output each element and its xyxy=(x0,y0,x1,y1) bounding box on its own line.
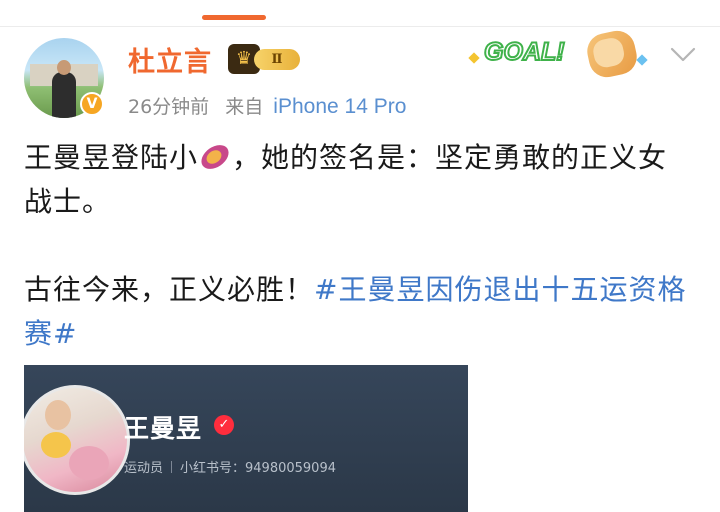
device-link[interactable]: iPhone 14 Pro xyxy=(273,95,406,118)
verified-badge-icon: V xyxy=(80,92,104,116)
post-paragraph-1: 王曼昱登陆小 ，她的签名是：坚定勇敢的正义女战士。 xyxy=(24,136,694,224)
source-prefix: 来自 xyxy=(225,96,264,118)
flower-icon xyxy=(69,446,109,480)
post-text-2: 古往今来，正义必胜！ xyxy=(24,273,315,306)
divider xyxy=(171,461,173,473)
top-tab-bar xyxy=(0,0,720,27)
post-time: 26分钟前 xyxy=(128,96,210,118)
sparkle-icon xyxy=(468,52,480,64)
chevron-down-icon[interactable] xyxy=(670,46,696,64)
card-info: 运动员 小红书号：94980059094 xyxy=(124,457,336,476)
post-paragraph-2: 古往今来，正义必胜！#王曼昱因伤退出十五运资格赛# xyxy=(24,268,694,356)
post-meta: 26分钟前 来自 iPhone 14 Pro xyxy=(128,92,406,119)
post-text-1a: 王曼昱登陆小 xyxy=(24,141,199,174)
card-avatar xyxy=(24,385,130,495)
sparkle-icon xyxy=(636,54,648,66)
profile-card-image[interactable]: 王曼昱 ✓ 运动员 小红书号：94980059094 xyxy=(24,365,468,512)
avatar-head xyxy=(57,60,71,75)
flower-icon xyxy=(41,432,71,458)
avatar-face xyxy=(45,400,71,430)
card-id: 小红书号：94980059094 xyxy=(180,461,336,476)
thumbs-up-icon xyxy=(583,27,641,81)
card-name: 王曼昱 xyxy=(124,414,203,443)
sweet-potato-icon xyxy=(196,140,234,174)
red-check-icon: ✓ xyxy=(214,415,234,435)
top-tab-fragment xyxy=(196,0,276,8)
goal-sticker: GOAL! xyxy=(468,27,660,88)
vip-level: Ⅱ xyxy=(254,49,300,70)
active-tab-indicator xyxy=(202,15,266,20)
vip-badge[interactable]: ♛ Ⅱ xyxy=(228,44,302,74)
card-role: 运动员 xyxy=(124,461,164,476)
post-body: 王曼昱登陆小 ，她的签名是：坚定勇敢的正义女战士。 古往今来，正义必胜！#王曼昱因… xyxy=(24,136,694,356)
avatar-person xyxy=(52,72,76,118)
username[interactable]: 杜立言 xyxy=(128,40,212,79)
goal-sticker-text: GOAL! xyxy=(483,37,566,67)
